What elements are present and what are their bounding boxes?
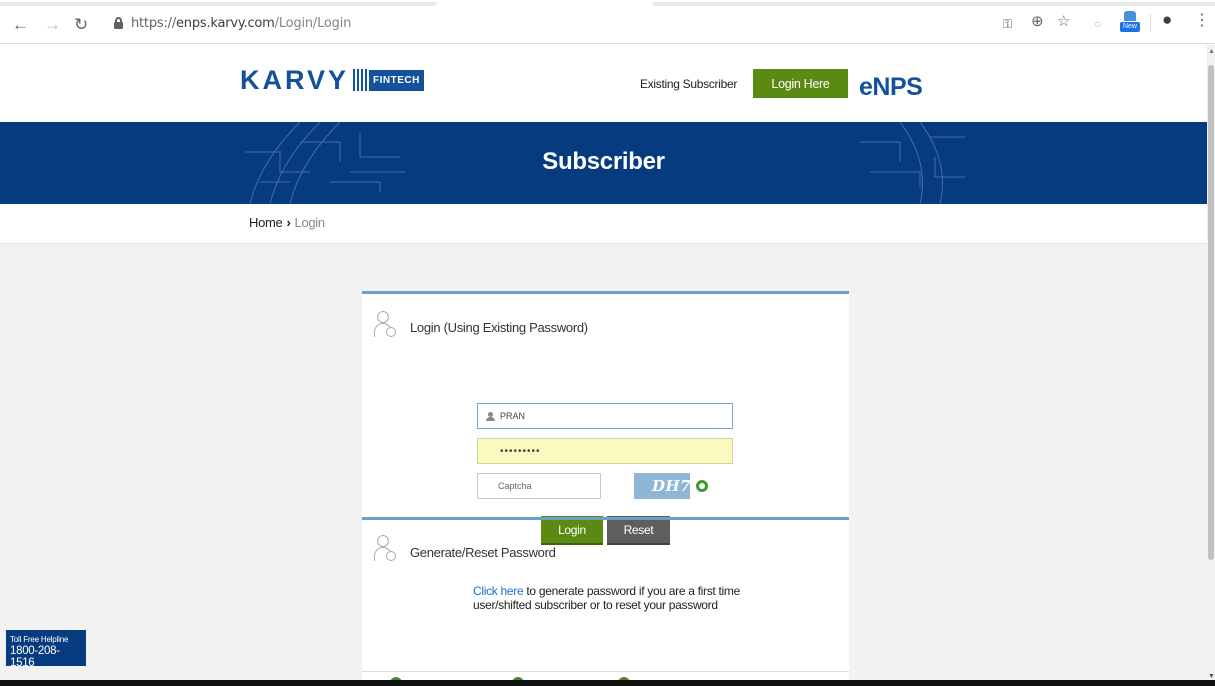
karvy-logo[interactable]: KARVY FINTECH: [240, 65, 424, 95]
helpline-number: 1800-208-1516: [10, 645, 60, 669]
click-here-link[interactable]: Click here: [473, 584, 524, 598]
reload-icon[interactable]: ↻: [74, 15, 88, 35]
extension-circle-icon[interactable]: ○: [1094, 15, 1101, 33]
scrollbar-thumb[interactable]: [1208, 65, 1214, 560]
page-banner: Subscriber: [0, 122, 1207, 204]
breadcrumb-current: Login: [294, 215, 326, 230]
password-input[interactable]: •••••••••: [477, 438, 733, 464]
card-bottom-border: [362, 671, 849, 672]
generate-section-title: Generate/Reset Password: [410, 545, 556, 560]
helpline-label: Toll Free Helpline: [10, 635, 69, 644]
breadcrumb: Home › Login: [249, 215, 325, 230]
refresh-captcha-icon[interactable]: [696, 480, 708, 492]
extension-new-icon[interactable]: New: [1120, 10, 1140, 34]
window-bottom-edge: [0, 680, 1215, 686]
logo-bars: [353, 69, 368, 91]
password-value: •••••••••: [500, 445, 541, 457]
section-divider: [362, 517, 849, 520]
url-host: enps.karvy.com: [176, 16, 275, 31]
captcha-placeholder: Captcha: [498, 481, 532, 491]
url-scheme: https://: [131, 16, 176, 31]
login-card: Login (Using Existing Password) PRAN •••…: [362, 291, 849, 686]
login-button[interactable]: Login: [541, 516, 603, 545]
login-here-button[interactable]: Login Here: [753, 69, 848, 98]
page-scrollbar[interactable]: ▲ ▼: [1207, 45, 1215, 686]
login-section-title: Login (Using Existing Password): [410, 320, 588, 335]
forward-icon[interactable]: →: [44, 15, 61, 35]
user-icon: [374, 311, 396, 341]
enps-logo: eNPS: [859, 73, 923, 101]
address-bar[interactable]: https://enps.karvy.com/Login/Login: [108, 13, 1088, 38]
scroll-down-icon[interactable]: ▼: [1208, 673, 1215, 680]
tab-strip: [0, 0, 1215, 8]
logo-fintech: FINTECH: [369, 69, 424, 91]
url-path: /Login/Login: [274, 16, 352, 31]
profile-icon[interactable]: ●: [1162, 11, 1172, 29]
page-title: Subscriber: [542, 148, 665, 175]
user-icon-2: [374, 535, 396, 565]
breadcrumb-separator: ›: [286, 215, 291, 230]
key-icon[interactable]: ⚿: [1003, 15, 1012, 33]
browser-toolbar: ← → ↻ https://enps.karvy.com/Login/Login…: [0, 0, 1215, 44]
star-icon[interactable]: ☆: [1057, 13, 1070, 31]
generate-password-text: Click here to generate password if you a…: [473, 584, 773, 612]
pran-input[interactable]: PRAN: [477, 403, 733, 429]
page-content: KARVY FINTECH Existing Subscriber Login …: [0, 45, 1207, 686]
logo-text: KARVY: [240, 64, 350, 95]
helpline-badge[interactable]: Toll Free Helpline 1800-208-1516: [6, 630, 86, 669]
pran-placeholder: PRAN: [500, 411, 526, 421]
zoom-icon[interactable]: ⊕: [1031, 13, 1044, 31]
menu-icon[interactable]: ⋮: [1194, 12, 1210, 30]
existing-subscriber-label: Existing Subscriber: [640, 77, 738, 91]
captcha-image: DH79/: [634, 473, 708, 499]
breadcrumb-home[interactable]: Home: [249, 215, 283, 230]
scroll-up-icon[interactable]: ▲: [1208, 48, 1215, 55]
user-small-icon: [486, 411, 495, 421]
url-text[interactable]: https://enps.karvy.com/Login/Login: [131, 16, 351, 31]
captcha-input[interactable]: Captcha: [477, 473, 601, 499]
reset-button[interactable]: Reset: [607, 516, 670, 545]
new-badge: New: [1120, 22, 1140, 32]
back-icon[interactable]: ←: [12, 15, 29, 35]
card-top-border: [362, 291, 849, 294]
lock-icon: [114, 17, 123, 29]
